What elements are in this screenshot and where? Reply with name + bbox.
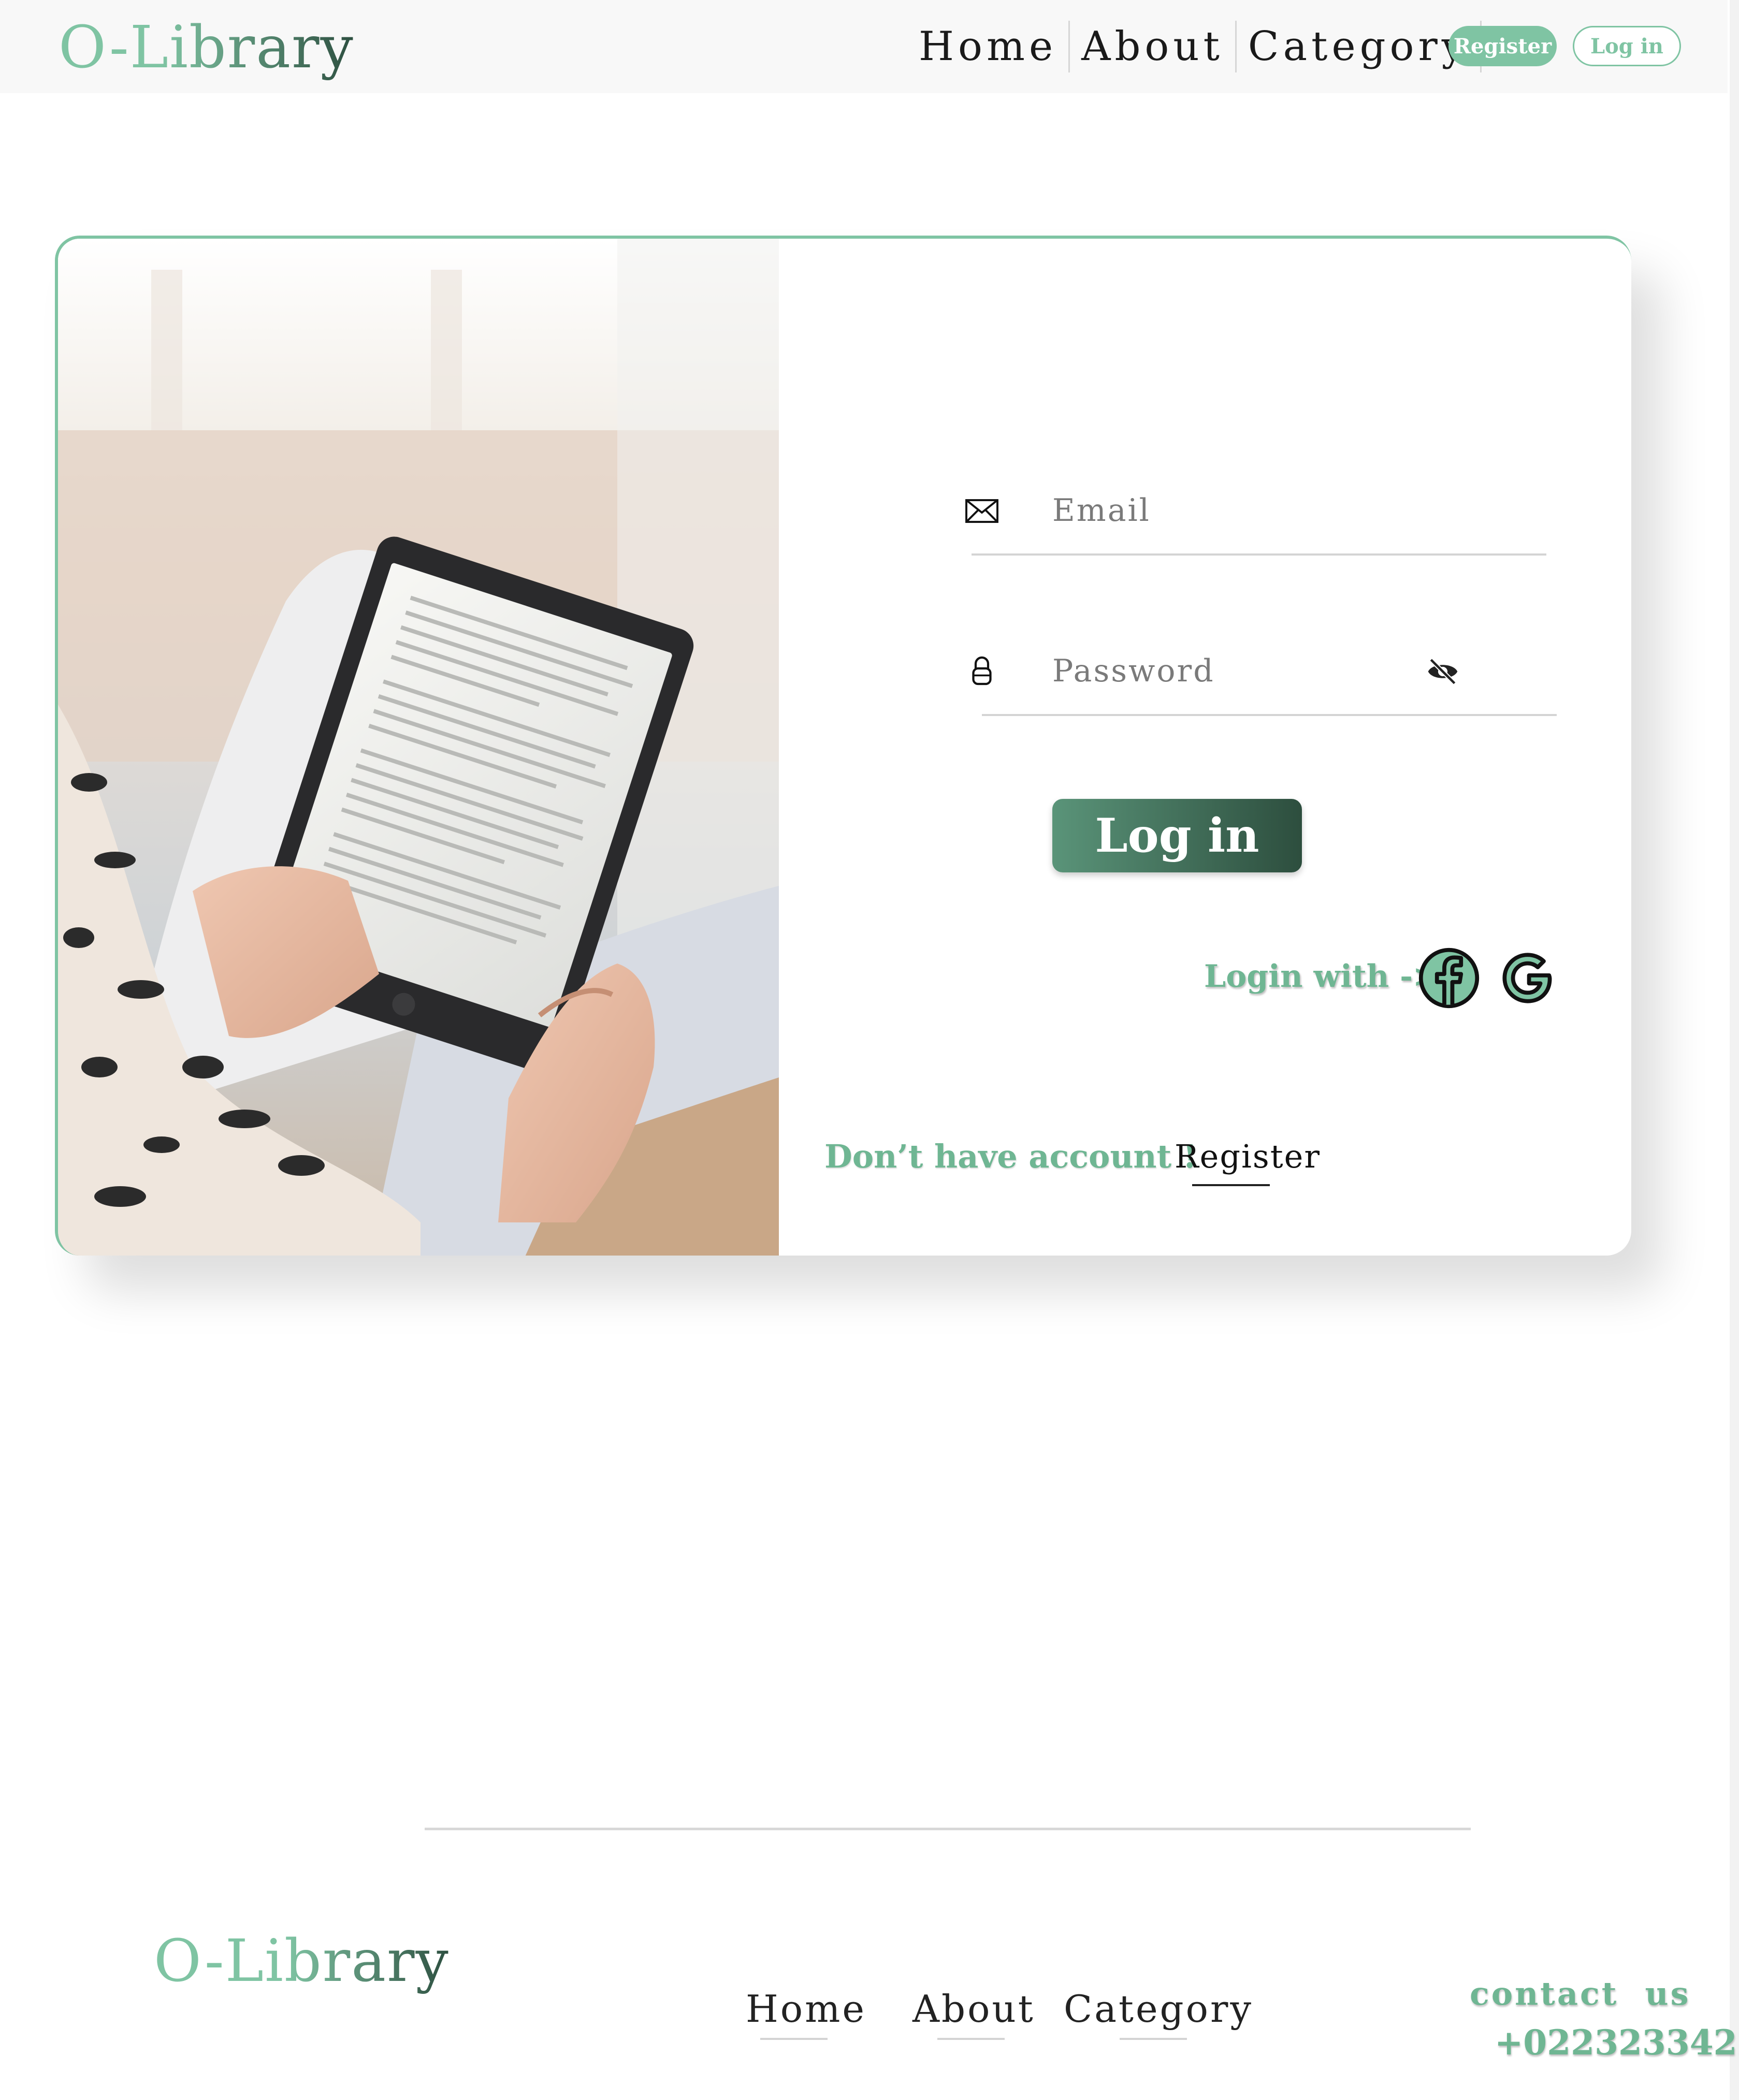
- facebook-icon[interactable]: [1417, 946, 1481, 1010]
- contact-us-label: contact us: [1470, 1975, 1691, 2012]
- login-with-label: Login with ->: [1204, 958, 1439, 995]
- header-register-button[interactable]: Register: [1448, 26, 1557, 66]
- eye-slash-icon[interactable]: [1425, 654, 1460, 689]
- email-field-group: [907, 466, 1546, 560]
- google-icon[interactable]: [1496, 946, 1560, 1010]
- footer-nav-about[interactable]: About: [912, 1983, 1035, 2035]
- envelope-icon: [965, 499, 998, 523]
- main-nav: Home About Category: [907, 21, 1482, 72]
- nav-about[interactable]: About: [1070, 21, 1235, 72]
- brand-logo[interactable]: O-Library: [59, 11, 354, 84]
- footer-nav-category[interactable]: Category: [1064, 1983, 1253, 2035]
- nav-category[interactable]: Category: [1237, 21, 1480, 72]
- lock-icon: [972, 656, 992, 686]
- no-account-text: Don’t have account !: [824, 1138, 1197, 1175]
- password-underline: [982, 714, 1557, 716]
- footer-brand-logo[interactable]: O-Library: [154, 1925, 450, 1997]
- login-submit-button[interactable]: Log in: [1052, 799, 1302, 872]
- password-field-group: [907, 627, 1557, 720]
- email-input[interactable]: [1052, 487, 1446, 534]
- email-underline: [972, 553, 1546, 556]
- login-card: Log in Login with -> Don’t have account …: [55, 236, 1631, 1256]
- contact-phone[interactable]: +0223233422: [1495, 2019, 1739, 2066]
- page-edge: [1730, 0, 1739, 2100]
- register-link-underline: [1192, 1184, 1270, 1186]
- register-link[interactable]: Register: [1175, 1133, 1321, 1180]
- top-navbar: O-Library Home About Category Register L…: [0, 0, 1728, 93]
- photo-illustration: [58, 239, 779, 1256]
- footer-nav-category-underline: [1120, 2038, 1187, 2040]
- footer-nav-home-underline: [760, 2038, 828, 2040]
- nav-home[interactable]: Home: [907, 21, 1068, 72]
- reading-tablet-photo: [58, 239, 779, 1256]
- header-login-button[interactable]: Log in: [1573, 26, 1681, 66]
- footer-nav-about-underline: [937, 2038, 1005, 2040]
- password-input[interactable]: [1052, 648, 1446, 694]
- footer-divider: [425, 1828, 1471, 1830]
- footer-nav-home[interactable]: Home: [746, 1983, 866, 2035]
